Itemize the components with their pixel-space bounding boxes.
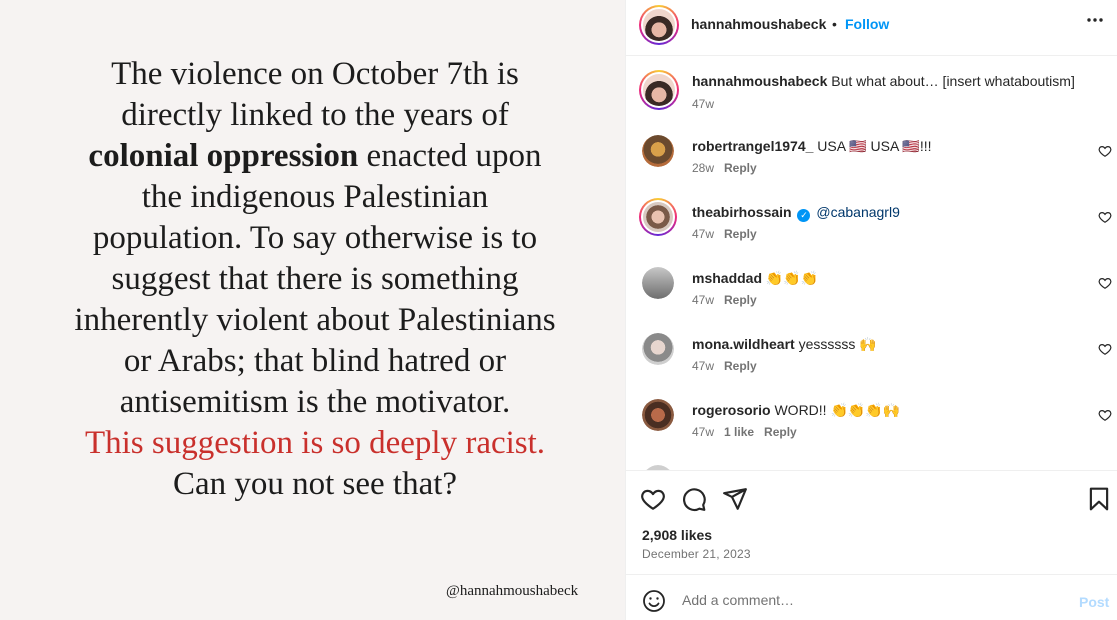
comment-meta: 28w Reply bbox=[692, 161, 767, 175]
caption-body: But what about… [insert whataboutism] bbox=[831, 73, 1075, 89]
reply-button[interactable]: Reply bbox=[724, 161, 757, 175]
comment-time[interactable]: 47w bbox=[692, 425, 714, 439]
comment-item: robertrangel1974_ USA 🇺🇸 USA 🇺🇸!!! 28w Re… bbox=[626, 135, 1117, 195]
comment-body: USA 🇺🇸 USA 🇺🇸!!! bbox=[817, 138, 932, 154]
comment-body: WORD!! 👏👏👏🙌 bbox=[774, 402, 901, 418]
quote-bold: colonial oppression bbox=[88, 138, 359, 174]
quote-highlight: This suggestion is so deeply racist. bbox=[84, 425, 546, 461]
ellipsis-icon[interactable] bbox=[1085, 10, 1105, 36]
comment-username[interactable]: rogerosorio bbox=[692, 402, 771, 418]
comment-meta: 47w Reply bbox=[692, 227, 767, 241]
quote-line-rest: enacted upon bbox=[358, 138, 542, 174]
comment-time[interactable]: 28w bbox=[692, 161, 714, 175]
like-comment-heart-icon[interactable] bbox=[1098, 408, 1112, 422]
quote-line: antisemitism is the motivator. bbox=[119, 384, 511, 420]
comment-icon[interactable] bbox=[681, 486, 707, 512]
caption-meta: 47w bbox=[692, 97, 724, 111]
comment-item: mshaddad 👏👏👏 47w Reply bbox=[626, 267, 1117, 327]
quote-line: the indigenous Palestinian bbox=[141, 179, 489, 215]
image-watermark-handle: @hannahmoushabeck bbox=[446, 583, 579, 599]
post-actions: 2,908 likes December 21, 2023 bbox=[626, 470, 1117, 574]
quote-line: The violence on October 7th is bbox=[111, 56, 519, 92]
comment-text: rogerosorio WORD!! 👏👏👏🙌 bbox=[692, 401, 900, 419]
verified-badge-icon: ✓ bbox=[797, 209, 811, 222]
likes-count[interactable]: 2,908 likes bbox=[642, 527, 712, 543]
quote-line: colonial oppression enacted upon bbox=[0, 136, 625, 177]
post-comment-button[interactable]: Post bbox=[1079, 594, 1109, 610]
reply-button[interactable]: Reply bbox=[724, 227, 757, 241]
caption-time[interactable]: 47w bbox=[692, 97, 714, 111]
post-side-panel: hannahmoushabeck • Follow hannahmoushabe… bbox=[625, 0, 1117, 620]
comment-item: mona.wildheart yessssss 🙌 47w Reply bbox=[626, 333, 1117, 393]
caption-text: hannahmoushabeck But what about… [insert… bbox=[692, 72, 1075, 90]
commenter-avatar[interactable] bbox=[642, 333, 674, 365]
share-icon[interactable] bbox=[722, 486, 748, 512]
quote-line: suggest that there is something bbox=[111, 261, 519, 297]
comment-mention[interactable]: @cabanagrl9 bbox=[816, 204, 900, 220]
comment-username[interactable]: theabirhossain bbox=[692, 204, 792, 220]
caption-avatar[interactable] bbox=[639, 70, 679, 110]
commenter-avatar[interactable] bbox=[642, 135, 674, 167]
reply-button[interactable]: Reply bbox=[764, 425, 797, 439]
author-username[interactable]: hannahmoushabeck bbox=[691, 16, 826, 32]
post-header: hannahmoushabeck • Follow bbox=[626, 0, 1117, 56]
quote-line: or Arabs; that blind hatred or bbox=[123, 343, 507, 379]
comment-time[interactable]: 47w bbox=[692, 227, 714, 241]
comment-username[interactable]: mshaddad bbox=[692, 270, 762, 286]
comment-likes[interactable]: 1 like bbox=[724, 425, 754, 439]
reply-button[interactable]: Reply bbox=[724, 293, 757, 307]
quote-line: Can you not see that? bbox=[172, 466, 458, 502]
comment-text: mshaddad 👏👏👏 bbox=[692, 269, 818, 287]
caption: hannahmoushabeck But what about… [insert… bbox=[626, 69, 1117, 129]
comment-body: 👏👏👏 bbox=[765, 270, 819, 286]
comment-text: theabirhossain ✓ @cabanagrl9 bbox=[692, 203, 900, 222]
comment-body: yessssss 🙌 bbox=[798, 336, 877, 352]
commenter-avatar[interactable] bbox=[639, 198, 677, 236]
comment-input[interactable] bbox=[682, 587, 1062, 613]
heart-icon[interactable] bbox=[640, 486, 666, 512]
comment-meta: 47w 1 like Reply bbox=[692, 425, 807, 439]
author-avatar[interactable] bbox=[639, 5, 679, 45]
like-comment-heart-icon[interactable] bbox=[1098, 144, 1112, 158]
emoji-icon[interactable] bbox=[642, 589, 666, 613]
comment-item: theabirhossain ✓ @cabanagrl9 47w Reply bbox=[626, 198, 1117, 261]
comment-item: rogerosorio WORD!! 👏👏👏🙌 47w 1 like Reply bbox=[626, 399, 1117, 459]
separator-dot: • bbox=[832, 16, 837, 32]
commenter-avatar[interactable] bbox=[642, 267, 674, 299]
comment-time[interactable]: 47w bbox=[692, 293, 714, 307]
comment-meta: 47w Reply bbox=[692, 293, 767, 307]
comment-meta: 47w Reply bbox=[692, 359, 767, 373]
add-comment-bar: Post bbox=[626, 574, 1117, 620]
post-image: The violence on October 7th is directly … bbox=[0, 0, 625, 620]
follow-button[interactable]: Follow bbox=[845, 16, 889, 32]
like-comment-heart-icon[interactable] bbox=[1098, 342, 1112, 356]
comment-username[interactable]: mona.wildheart bbox=[692, 336, 795, 352]
caption-username[interactable]: hannahmoushabeck bbox=[692, 73, 827, 89]
commenter-avatar[interactable] bbox=[642, 399, 674, 431]
comment-username[interactable]: robertrangel1974_ bbox=[692, 138, 813, 154]
reply-button[interactable]: Reply bbox=[724, 359, 757, 373]
quote-line: directly linked to the years of bbox=[121, 97, 509, 133]
comment-time[interactable]: 47w bbox=[692, 359, 714, 373]
comments-list[interactable]: hannahmoushabeck But what about… [insert… bbox=[626, 57, 1117, 470]
comment-text: mona.wildheart yessssss 🙌 bbox=[692, 335, 877, 353]
like-comment-heart-icon[interactable] bbox=[1098, 210, 1112, 224]
quote-text: The violence on October 7th is directly … bbox=[0, 54, 625, 505]
like-comment-heart-icon[interactable] bbox=[1098, 276, 1112, 290]
comment-text: robertrangel1974_ USA 🇺🇸 USA 🇺🇸!!! bbox=[692, 137, 932, 155]
post-date[interactable]: December 21, 2023 bbox=[642, 547, 751, 561]
quote-line: population. To say otherwise is to bbox=[92, 220, 538, 256]
quote-line: inherently violent about Palestinians bbox=[74, 302, 556, 338]
bookmark-icon[interactable] bbox=[1086, 486, 1112, 512]
